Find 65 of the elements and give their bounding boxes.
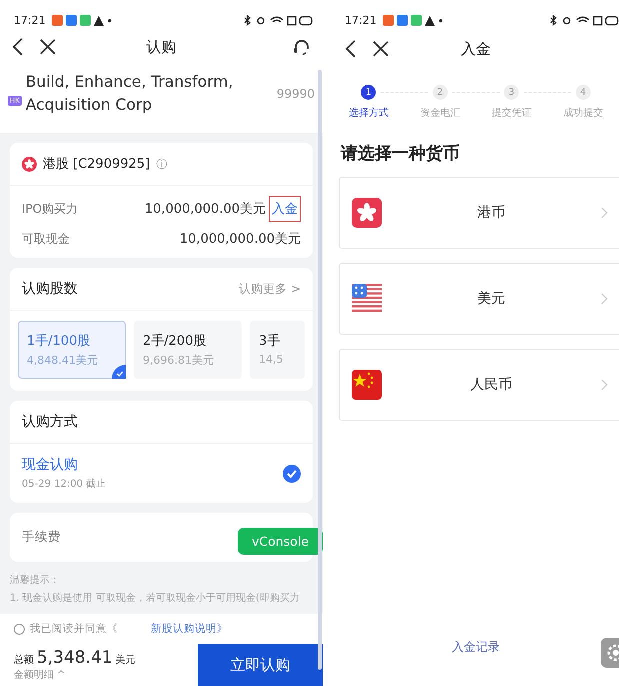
- lot-option[interactable]: 2手/200股 9,696.81美元: [134, 321, 242, 379]
- page-title: 认购: [146, 38, 176, 56]
- row-label: IPO购买力: [22, 200, 80, 218]
- lot-option[interactable]: 1手/100股 4,848.41美元: [18, 321, 126, 379]
- tips-title: 温馨提示：: [10, 574, 61, 588]
- section-heading: 请选择一种货币: [340, 143, 461, 166]
- fee-label: 手续费: [22, 529, 61, 544]
- back-icon[interactable]: [345, 40, 357, 58]
- close-icon[interactable]: [373, 41, 389, 57]
- step-number: 2: [432, 85, 448, 100]
- step-label: 选择方式: [348, 106, 389, 120]
- currency-option[interactable]: 港币: [339, 177, 619, 249]
- total-amount: 5,348.41: [37, 648, 113, 668]
- currency-option[interactable]: 美元: [339, 263, 619, 335]
- chevron-icon: [601, 293, 608, 305]
- deposit-link[interactable]: 入金: [272, 202, 298, 217]
- deposit-records-link[interactable]: 入金记录: [452, 640, 500, 654]
- chevron-icon: [601, 379, 608, 391]
- total-currency: 美元: [116, 654, 136, 667]
- stock-code: 99990: [276, 87, 315, 101]
- step-label: 成功提交: [563, 106, 604, 120]
- info-icon[interactable]: ⓘ: [156, 156, 168, 172]
- subscribe-button[interactable]: 立即认购: [198, 644, 323, 686]
- deadline-text: 05-29 12:00 截止: [22, 478, 108, 491]
- currency-option[interactable]: 人民币: [339, 349, 619, 421]
- lot-option[interactable]: 3手 14,5: [250, 321, 305, 379]
- back-icon[interactable]: [12, 38, 24, 56]
- step-number: 3: [504, 85, 520, 100]
- flower-flag-icon: [352, 198, 382, 228]
- status-time: 17:21: [345, 14, 377, 27]
- notification-icons-drawing: [52, 15, 114, 26]
- section-title: 认购方式: [22, 413, 78, 431]
- system-icons-drawing: [243, 15, 313, 26]
- tip-text: 1. 现金认购是使用 可取现金，若可取现金小于可用现金(即购买力: [10, 592, 301, 606]
- selected-check-icon[interactable]: [283, 464, 301, 482]
- section-title: 认购股数: [22, 280, 78, 298]
- method-name[interactable]: 现金认购: [22, 456, 283, 474]
- headset-icon[interactable]: [293, 38, 311, 56]
- system-icons-drawing: [549, 15, 619, 26]
- step-number: 4: [576, 85, 591, 100]
- total-label: 总额: [14, 654, 34, 667]
- status-time: 17:21: [14, 14, 46, 27]
- agree-text: 我已阅读并同意《: [30, 622, 118, 636]
- row-value: 10,000,000.00美元: [180, 231, 301, 248]
- step-label: 提交凭证: [492, 106, 532, 120]
- notification-icons-drawing: [382, 15, 445, 26]
- vconsole-button[interactable]: vConsole: [238, 528, 323, 555]
- flower-flag-icon: [22, 156, 37, 172]
- details-toggle[interactable]: 金额明细 ^: [14, 668, 184, 682]
- close-icon[interactable]: [40, 39, 56, 55]
- stars-and-stripes-flag-icon: [352, 284, 382, 314]
- row-value: 10,000,000.00美元: [144, 201, 266, 218]
- chevron-icon: [601, 207, 608, 219]
- stock-name: Build, Enhance, Transform, Acquisition Corp: [26, 72, 234, 116]
- step-label: 资金电汇: [420, 106, 460, 120]
- agree-radio[interactable]: [14, 624, 25, 634]
- terms-link[interactable]: 新股认购说明》: [151, 622, 228, 636]
- star-flag-icon: [352, 370, 382, 400]
- page-title: 入金: [461, 40, 491, 58]
- scrollbar[interactable]: [318, 70, 322, 670]
- more-link[interactable]: 认购更多 >: [239, 280, 301, 298]
- step-number: 1: [361, 85, 376, 100]
- check-corner-icon: [112, 365, 126, 379]
- row-label: 可取现金: [22, 230, 71, 248]
- account-title: 港股 [C2909925]: [43, 156, 150, 173]
